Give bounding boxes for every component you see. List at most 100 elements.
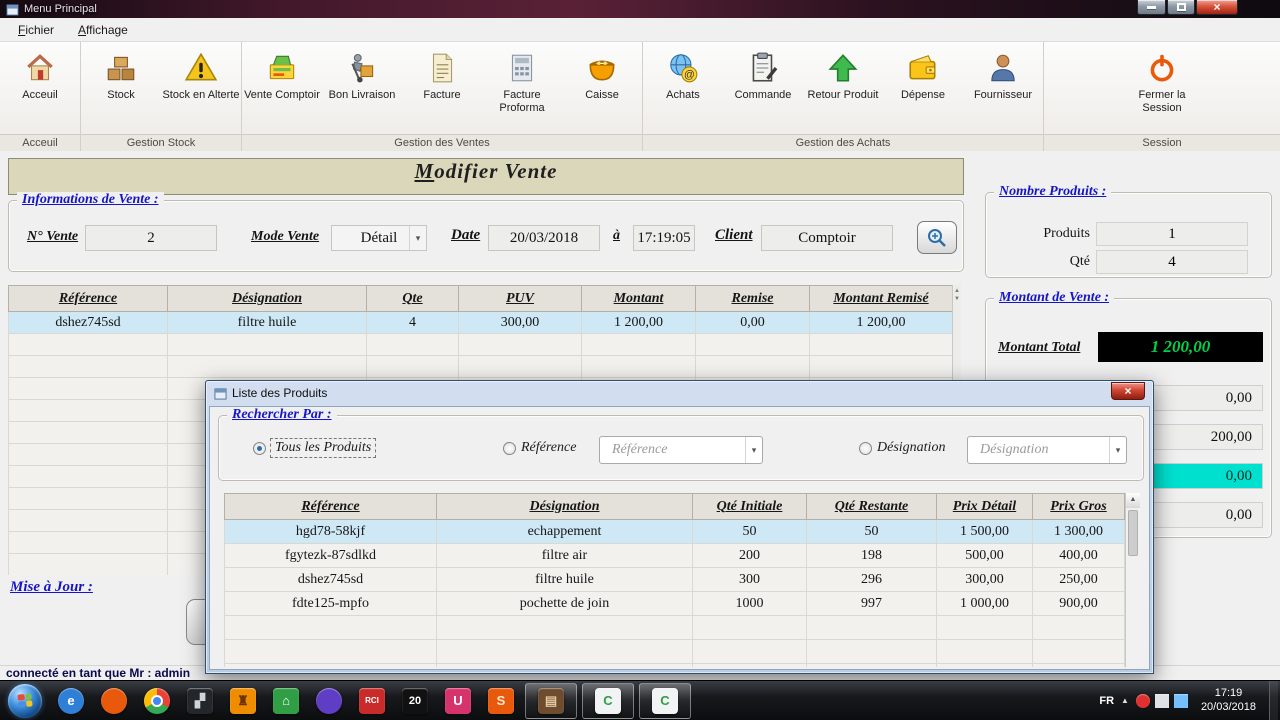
toolbar-button-depense[interactable]: Dépense xyxy=(883,48,963,104)
grid-empty-row xyxy=(224,615,1125,640)
start-button[interactable] xyxy=(8,683,42,718)
radio-tous-les-produits-label[interactable]: Tous les Produits xyxy=(269,438,377,458)
radio-designation[interactable] xyxy=(859,442,872,455)
column-header-montant-remise[interactable]: Montant Remisé xyxy=(809,285,953,312)
radio-reference-label[interactable]: Référence xyxy=(521,440,576,456)
close-button[interactable]: × xyxy=(1196,0,1238,15)
taskbar-app-rci-app[interactable]: RCI xyxy=(353,683,391,719)
toolbar-button-stock[interactable]: Stock xyxy=(81,48,161,104)
taskbar-app-u-app[interactable]: U xyxy=(439,683,477,719)
toolbar-button-label: Facture Proforma xyxy=(499,89,545,114)
toolbar-button-retour-produit[interactable]: Retour Produit xyxy=(803,48,883,104)
designation-combo[interactable]: Désignation ▾ xyxy=(967,436,1127,464)
radio-reference[interactable] xyxy=(503,442,516,455)
column-header-qte[interactable]: Qte xyxy=(366,285,459,312)
language-indicator[interactable]: FR xyxy=(1099,695,1114,707)
toolbar-button-fermer-la-session[interactable]: Fermer la Session xyxy=(1122,48,1202,116)
tray-network-icon[interactable] xyxy=(1173,693,1188,708)
client-value: Comptoir xyxy=(798,229,856,246)
column-header-reference[interactable]: Référence xyxy=(8,285,168,312)
taskbar-app-homegroup[interactable]: ⌂ xyxy=(267,683,305,719)
taskbar-app-c-app-1[interactable]: C xyxy=(582,682,634,719)
menu-fichier[interactable]: Fichier xyxy=(6,20,66,40)
toolbar-button-facture-proforma[interactable]: Facture Proforma xyxy=(482,48,562,116)
column-header-designation[interactable]: Désignation xyxy=(167,285,367,312)
radio-designation-label[interactable]: Désignation xyxy=(877,440,945,456)
dialog-close-button[interactable]: × xyxy=(1111,382,1145,400)
num-vente-input[interactable]: 2 xyxy=(85,225,217,251)
maximize-button[interactable] xyxy=(1167,0,1195,15)
taskbar-app-c-app-2[interactable]: C xyxy=(639,682,691,719)
grid-header-row: Référence Désignation Qté Initiale Qté Rest… xyxy=(224,493,1125,520)
radio-tous-les-produits[interactable] xyxy=(253,442,266,455)
product-grid-scrollbar[interactable]: ▲ xyxy=(1125,493,1140,667)
column-header-montant[interactable]: Montant xyxy=(581,285,696,312)
proforma-icon xyxy=(504,50,540,86)
browser-orange-icon xyxy=(101,687,127,714)
column-header-prix-detail[interactable]: Prix Détail xyxy=(936,493,1033,520)
menu-affichage[interactable]: Affichage xyxy=(66,20,140,40)
grid-empty-cell xyxy=(809,333,953,356)
column-header-designation[interactable]: Désignation xyxy=(436,493,693,520)
grid-row[interactable]: dshez745sd filtre huile 4 300,00 1 200,00 0,0… xyxy=(8,311,953,334)
mode-vente-select[interactable]: Détail ▾ xyxy=(331,225,427,251)
grid-empty-cell xyxy=(366,355,459,378)
taskbar-app-chrome[interactable] xyxy=(138,683,176,719)
home-icon xyxy=(22,50,58,86)
toolbar-button-fournisseur[interactable]: Fournisseur xyxy=(963,48,1043,104)
taskbar-app-internet-explorer[interactable]: e xyxy=(52,683,90,719)
taskbar-app-sphere-app[interactable] xyxy=(310,683,348,719)
window-titlebar: Menu Principal × xyxy=(0,0,1280,18)
dialog-liste-produits: Liste des Produits × Rechercher Par : To… xyxy=(205,380,1154,674)
taskbar-app-app-window[interactable]: ▤ xyxy=(525,682,577,719)
tray-notification-icon[interactable] xyxy=(1135,693,1150,708)
toolbar-button-caisse[interactable]: Caisse xyxy=(562,48,642,104)
column-header-puv[interactable]: PUV xyxy=(458,285,582,312)
column-header-qte-restante[interactable]: Qté Restante xyxy=(806,493,937,520)
grid-row[interactable]: fdte125-mpfo pochette de join 1000 997 1 000… xyxy=(224,591,1125,616)
column-header-qte-initiale[interactable]: Qté Initiale xyxy=(692,493,807,520)
date-input[interactable]: 20/03/2018 xyxy=(488,225,600,251)
tray-clock[interactable]: 17:19 20/03/2018 xyxy=(1195,687,1262,715)
grid-empty-row xyxy=(224,639,1125,664)
taskbar-app-dark-app[interactable]: ▞ xyxy=(181,683,219,719)
tray-input-icon[interactable] xyxy=(1154,693,1169,708)
num-vente-value: 2 xyxy=(147,229,155,246)
grid-row[interactable]: hgd78-58kjf echappement 50 50 1 500,00 1 300,… xyxy=(224,519,1125,544)
toolbar-group-gestion-des-achats: @ Achats Commande Retour Produit Dépense Four… xyxy=(643,42,1044,151)
reference-combo[interactable]: Référence ▾ xyxy=(599,436,763,464)
toolbar-button-vente-comptoir[interactable]: Vente Comptoir xyxy=(242,48,322,104)
toolbar-button-acceuil[interactable]: Acceuil xyxy=(0,48,80,104)
grid-cell: 300,00 xyxy=(458,311,582,334)
toolbar-button-commande[interactable]: Commande xyxy=(723,48,803,104)
column-header-remise[interactable]: Remise xyxy=(695,285,810,312)
minimize-button[interactable] xyxy=(1137,0,1166,15)
grid-empty-row xyxy=(8,355,953,378)
toolbar-button-bon-livraison[interactable]: Bon Livraison xyxy=(322,48,402,104)
grid-row[interactable]: fgytezk-87sdlkd filtre air 200 198 500,00 400… xyxy=(224,543,1125,568)
toolbar-button-achats[interactable]: @ Achats xyxy=(643,48,723,104)
alert-icon xyxy=(183,50,219,86)
show-desktop-button[interactable] xyxy=(1269,680,1278,720)
time-input[interactable]: 17:19:05 xyxy=(633,225,695,251)
taskbar-app-sublime-text[interactable]: S xyxy=(482,683,520,719)
scrollbar-thumb[interactable] xyxy=(1128,510,1138,556)
toolbar-button-stock-en-alterte[interactable]: Stock en Alterte xyxy=(161,48,241,104)
dialog-titlebar[interactable]: Liste des Produits xyxy=(206,381,1153,405)
menu-bar: Fichier Affichage xyxy=(0,18,1280,42)
column-header-reference[interactable]: Référence xyxy=(224,493,437,520)
grid-cell: filtre air xyxy=(436,543,693,568)
magnifier-icon xyxy=(928,228,946,247)
scroll-up-icon: ▲ xyxy=(954,288,960,294)
taskbar-app-castle-app[interactable]: ♜ xyxy=(224,683,262,719)
u-app-icon: U xyxy=(445,687,471,714)
column-header-prix-gros[interactable]: Prix Gros xyxy=(1032,493,1125,520)
taskbar-app-browser-orange[interactable] xyxy=(95,683,133,719)
toolbar-button-facture[interactable]: Facture xyxy=(402,48,482,104)
taskbar-app-app-20[interactable]: 20 xyxy=(396,683,434,719)
client-input[interactable]: Comptoir xyxy=(761,225,893,251)
tray-expand-icon[interactable]: ▲ xyxy=(1121,696,1129,705)
grid-cell: filtre huile xyxy=(436,567,693,592)
search-client-button[interactable] xyxy=(917,221,957,254)
grid-row[interactable]: dshez745sd filtre huile 300 296 300,00 250,00 xyxy=(224,567,1125,592)
